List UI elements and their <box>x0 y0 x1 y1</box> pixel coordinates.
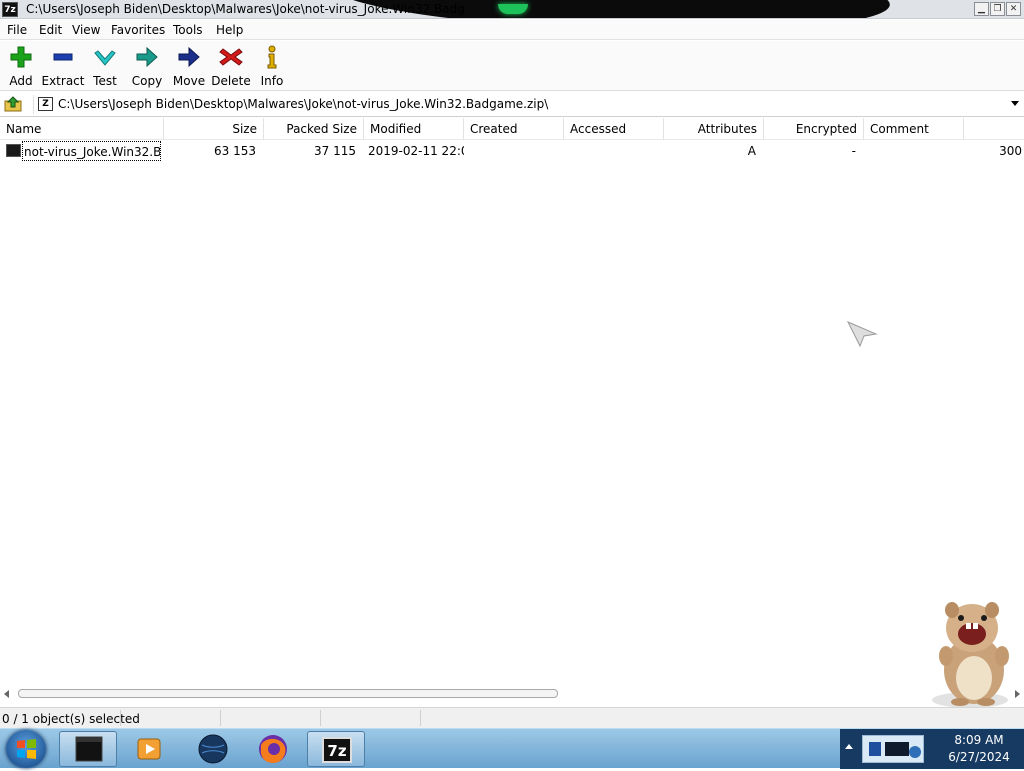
chevron-down-icon[interactable] <box>1011 101 1019 106</box>
file-size: 63 153 <box>214 144 256 158</box>
restore-button[interactable]: ❐ <box>990 2 1005 16</box>
start-button[interactable] <box>6 730 46 768</box>
close-button[interactable]: ✕ <box>1006 2 1021 16</box>
extract-button[interactable]: Extract <box>40 45 86 89</box>
status-divider <box>120 710 121 726</box>
column-header: Name Size Packed Size Modified Created A… <box>0 118 1024 140</box>
network-icon <box>869 742 921 758</box>
media-player-icon <box>137 738 161 760</box>
status-bar: 0 / 1 object(s) selected <box>0 707 1024 728</box>
address-bar: Z C:\Users\Joseph Biden\Desktop\Malwares… <box>0 92 1024 117</box>
col-modified[interactable]: Modified <box>364 118 464 140</box>
plus-icon <box>10 46 32 68</box>
file-extra-column: 300 <box>999 144 1022 158</box>
info-button[interactable]: Info <box>249 45 295 89</box>
test-label: Test <box>93 74 117 88</box>
file-packed-size: 37 115 <box>314 144 356 158</box>
status-divider <box>220 710 221 726</box>
col-accessed[interactable]: Accessed <box>564 118 664 140</box>
scroll-right-arrow-icon[interactable] <box>1015 690 1020 698</box>
taskbar-7zip[interactable]: 7z <box>307 731 365 767</box>
delete-button[interactable]: Delete <box>208 45 254 89</box>
delete-label: Delete <box>211 74 251 88</box>
col-attributes[interactable]: Attributes <box>664 118 764 140</box>
file-attributes: A <box>747 144 756 158</box>
globe-icon <box>198 734 228 764</box>
clock-date[interactable]: 6/27/2024 <box>940 750 1018 764</box>
move-button[interactable]: Move <box>166 45 212 89</box>
system-tray: 8:09 AM 6/27/2024 <box>840 729 1024 769</box>
add-label: Add <box>9 74 33 88</box>
mouse-pointer-icon <box>846 321 878 348</box>
add-button[interactable]: Add <box>0 45 44 89</box>
file-encrypted: - <box>851 144 856 158</box>
menu-bar: File Edit View Favorites Tools Help <box>0 20 1024 40</box>
move-arrow-icon <box>178 46 200 68</box>
black-box-icon <box>75 736 103 762</box>
info-label: Info <box>260 74 284 88</box>
7zip-taskbar-icon: 7z <box>322 737 352 763</box>
menu-view[interactable]: View <box>72 23 100 37</box>
move-label: Move <box>172 74 206 88</box>
address-combobox[interactable]: Z C:\Users\Joseph Biden\Desktop\Malwares… <box>33 95 1024 114</box>
menu-help[interactable]: Help <box>216 23 243 37</box>
menu-edit[interactable]: Edit <box>39 23 62 37</box>
scroll-left-arrow-icon[interactable] <box>4 690 9 698</box>
app-7zip-icon[interactable]: 7z <box>2 2 18 17</box>
horizontal-scrollbar[interactable] <box>4 687 1020 701</box>
copy-arrow-icon <box>136 46 158 68</box>
scrollbar-thumb[interactable] <box>18 689 558 698</box>
status-divider <box>420 710 421 726</box>
col-size[interactable]: Size <box>164 118 264 140</box>
zip-archive-icon: Z <box>38 97 53 111</box>
taskbar-firefox[interactable] <box>244 731 302 767</box>
col-comment[interactable]: Comment <box>864 118 964 140</box>
taskbar-console-app[interactable] <box>59 731 117 767</box>
col-created[interactable]: Created <box>464 118 564 140</box>
clock-time[interactable]: 8:09 AM <box>940 733 1018 747</box>
file-comment <box>868 141 964 161</box>
col-name[interactable]: Name <box>0 118 164 140</box>
file-accessed <box>568 141 664 161</box>
address-path[interactable]: C:\Users\Joseph Biden\Desktop\Malwares\J… <box>58 97 548 111</box>
table-row[interactable]: not-virus_Joke.Win32.B... 63 153 37 115 … <box>0 141 1024 161</box>
menu-favorites[interactable]: Favorites <box>111 23 165 37</box>
folder-up-icon[interactable] <box>4 96 22 112</box>
title-bar: 7z C:\Users\Joseph Biden\Desktop\Malware… <box>0 0 1024 19</box>
copy-label: Copy <box>131 74 163 88</box>
file-name[interactable]: not-virus_Joke.Win32.B... <box>22 141 161 161</box>
file-created <box>468 141 564 161</box>
file-modified: 2019-02-11 22:07 <box>368 144 464 158</box>
col-encrypted[interactable]: Encrypted <box>764 118 864 140</box>
file-icon <box>6 144 21 157</box>
show-hidden-icons-icon[interactable] <box>845 744 853 749</box>
toolbar: Add Extract Test Copy Move Delete Info <box>0 41 1024 91</box>
windows-logo-icon <box>17 739 36 759</box>
tray-app-icon[interactable] <box>862 735 924 763</box>
menu-file[interactable]: File <box>7 23 27 37</box>
delete-x-icon <box>219 48 243 66</box>
firefox-icon <box>259 735 287 763</box>
taskbar: 7z 8:09 AM 6/27/2024 <box>0 728 1024 769</box>
copy-button[interactable]: Copy <box>124 45 170 89</box>
info-icon <box>267 45 277 69</box>
minus-icon <box>53 53 73 61</box>
test-button[interactable]: Test <box>82 45 128 89</box>
minimize-button[interactable]: ▁ <box>974 2 989 16</box>
col-packed-size[interactable]: Packed Size <box>264 118 364 140</box>
taskbar-media-player[interactable] <box>120 731 178 767</box>
menu-tools[interactable]: Tools <box>173 23 203 37</box>
status-divider <box>320 710 321 726</box>
window-title: C:\Users\Joseph Biden\Desktop\Malwares\J… <box>26 2 466 16</box>
taskbar-globe-app[interactable] <box>184 731 242 767</box>
checkmark-icon <box>94 50 116 66</box>
extract-label: Extract <box>41 74 85 88</box>
